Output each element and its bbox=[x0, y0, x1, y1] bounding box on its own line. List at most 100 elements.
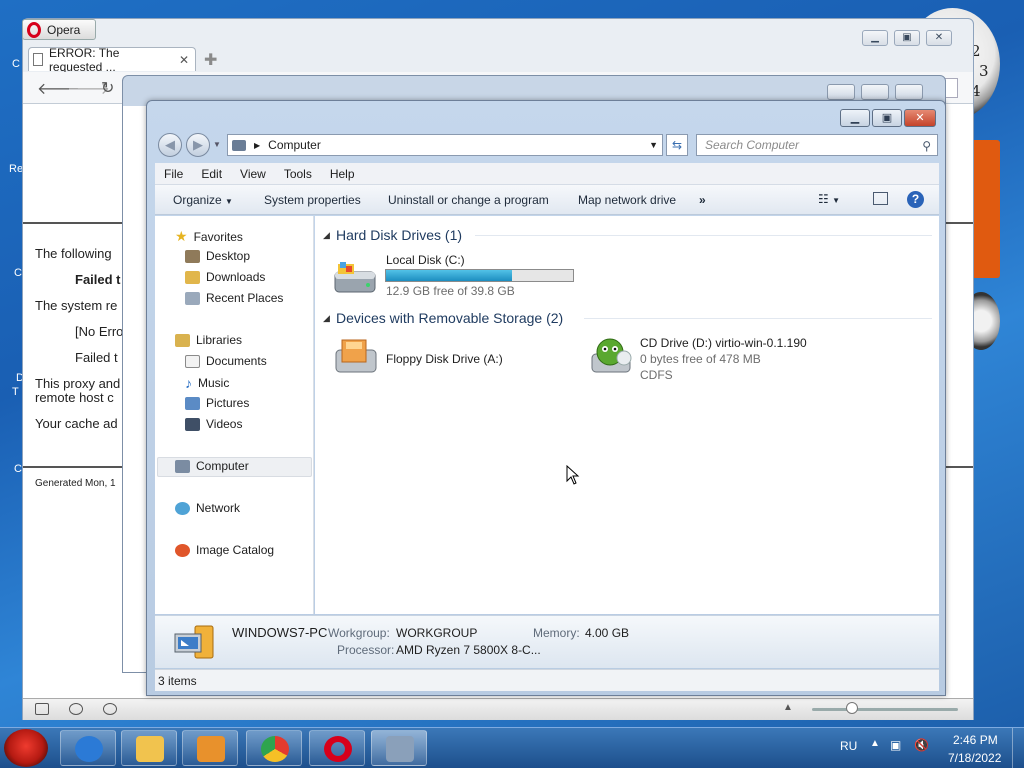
more-commands-button[interactable]: » bbox=[699, 193, 706, 207]
taskbar-chrome[interactable] bbox=[246, 730, 302, 766]
window-controls: ▁ ▣ ✕ bbox=[840, 109, 936, 127]
speed-dial-icon[interactable] bbox=[103, 703, 117, 715]
error-text-line: Your cache ad bbox=[35, 416, 118, 431]
refresh-button[interactable]: ⇆ bbox=[666, 134, 688, 156]
start-button[interactable] bbox=[4, 729, 48, 767]
nav-videos[interactable]: Videos bbox=[185, 417, 242, 431]
nav-music[interactable]: ♪ Music bbox=[185, 375, 229, 391]
show-hidden-icons-icon[interactable]: ▲ bbox=[870, 738, 880, 749]
opera-close-button[interactable]: ✕ bbox=[926, 30, 952, 46]
forward-button[interactable]: ▶ bbox=[186, 133, 210, 157]
nav-label: Computer bbox=[196, 459, 249, 473]
opera-menu-button[interactable]: Opera bbox=[22, 19, 96, 40]
error-text-line: remote host c bbox=[35, 390, 114, 405]
map-network-drive-button[interactable]: Map network drive bbox=[578, 193, 676, 207]
computer-name: WINDOWS7-PC bbox=[232, 625, 328, 640]
taskbar-explorer[interactable] bbox=[121, 730, 177, 766]
breadcrumb-arrow-icon[interactable]: ▶ bbox=[254, 141, 260, 150]
taskbar-internet-explorer[interactable] bbox=[60, 730, 116, 766]
zoom-slider-handle[interactable] bbox=[846, 702, 858, 714]
close-button[interactable]: ✕ bbox=[904, 109, 936, 127]
change-view-icon[interactable]: ☷ ▼ bbox=[818, 192, 840, 206]
minimize-button[interactable]: ▁ bbox=[840, 109, 870, 127]
clock-time[interactable]: 2:46 PM bbox=[953, 733, 998, 747]
hard-drive-icon bbox=[332, 258, 378, 298]
opera-logo-icon bbox=[27, 21, 41, 38]
maximize-button[interactable] bbox=[861, 84, 889, 100]
error-text-line: The following bbox=[35, 246, 112, 261]
panel-toggle-icon[interactable] bbox=[35, 703, 49, 715]
nav-label: Network bbox=[196, 501, 241, 515]
reload-icon[interactable]: ↻ bbox=[101, 78, 114, 98]
clock-date[interactable]: 7/18/2022 bbox=[948, 751, 1001, 765]
media-player-icon bbox=[197, 736, 225, 762]
close-tab-icon[interactable]: ✕ bbox=[179, 53, 189, 67]
help-icon[interactable]: ? bbox=[907, 191, 924, 208]
removable-storage-header[interactable]: Devices with Removable Storage (2) bbox=[336, 310, 563, 326]
organize-button[interactable]: Organize ▼ bbox=[173, 193, 233, 207]
nav-downloads[interactable]: Downloads bbox=[185, 270, 265, 284]
language-indicator[interactable]: RU bbox=[840, 739, 857, 753]
scroll-up-icon[interactable]: ▲ bbox=[783, 702, 793, 713]
system-properties-button[interactable]: System properties bbox=[264, 193, 361, 207]
group-divider bbox=[584, 318, 932, 319]
menu-help[interactable]: Help bbox=[321, 167, 364, 181]
desktop-icon-label: C bbox=[12, 58, 20, 70]
breadcrumb-computer[interactable]: Computer bbox=[268, 138, 321, 152]
error-text-line: This proxy and bbox=[35, 376, 121, 391]
error-text-line: Failed t bbox=[75, 350, 118, 365]
address-bar[interactable]: ▶ Computer ▼ bbox=[227, 134, 663, 156]
opera-minimize-button[interactable]: ▁ bbox=[862, 30, 888, 46]
collapse-group-icon[interactable]: ◢ bbox=[323, 313, 330, 324]
error-text-line: The system re bbox=[35, 298, 118, 313]
nav-libraries[interactable]: Libraries bbox=[175, 333, 242, 347]
opera-tab[interactable]: ERROR: The requested ... ✕ bbox=[28, 46, 196, 74]
nav-image-catalog[interactable]: Image Catalog bbox=[175, 543, 274, 557]
nav-pictures[interactable]: Pictures bbox=[185, 396, 249, 410]
zoom-slider[interactable] bbox=[812, 708, 958, 711]
folder-icon bbox=[136, 736, 164, 762]
background-window-pane bbox=[123, 106, 148, 672]
taskbar-computer-window[interactable] bbox=[371, 730, 427, 766]
cd-drive-free-space: 0 bytes free of 478 MB bbox=[640, 352, 761, 366]
network-icon bbox=[175, 501, 190, 515]
nav-desktop[interactable]: Desktop bbox=[185, 249, 250, 263]
menu-view[interactable]: View bbox=[231, 167, 275, 181]
uninstall-program-button[interactable]: Uninstall or change a program bbox=[388, 193, 549, 207]
nav-recent-places[interactable]: Recent Places bbox=[185, 291, 283, 305]
control-panel-icon bbox=[386, 736, 414, 762]
nav-label: Image Catalog bbox=[196, 543, 275, 557]
volume-muted-icon[interactable]: 🔇 bbox=[914, 738, 929, 752]
show-desktop-button[interactable] bbox=[1012, 728, 1024, 768]
recent-pages-dropdown-icon[interactable]: ▼ bbox=[213, 140, 221, 149]
maximize-button[interactable]: ▣ bbox=[872, 109, 902, 127]
taskbar-media-player[interactable] bbox=[182, 730, 238, 766]
nav-documents[interactable]: Documents bbox=[185, 354, 267, 368]
network-tray-icon[interactable]: ▣ bbox=[890, 738, 901, 752]
menu-file[interactable]: File bbox=[155, 167, 192, 181]
processor-value: AMD Ryzen 7 5800X 8-C... bbox=[396, 643, 541, 657]
cd-drive-icon bbox=[588, 336, 634, 376]
cloud-icon[interactable] bbox=[69, 703, 83, 715]
minimize-button[interactable] bbox=[827, 84, 855, 100]
hard-disk-drives-header[interactable]: Hard Disk Drives (1) bbox=[336, 227, 462, 243]
computer-details-icon bbox=[173, 624, 217, 662]
menu-edit[interactable]: Edit bbox=[192, 167, 231, 181]
preview-pane-icon[interactable] bbox=[873, 192, 888, 205]
collapse-group-icon[interactable]: ◢ bbox=[323, 230, 330, 241]
nav-label: Favorites bbox=[193, 229, 243, 244]
opera-maximize-button[interactable]: ▣ bbox=[894, 30, 920, 46]
address-dropdown-icon[interactable]: ▼ bbox=[649, 140, 658, 150]
cd-drive-filesystem: CDFS bbox=[640, 368, 673, 382]
search-icon[interactable]: ⚲ bbox=[922, 136, 931, 156]
desktop-icon-label: T bbox=[12, 386, 19, 398]
search-input[interactable]: Search Computer ⚲ bbox=[696, 134, 938, 156]
close-button[interactable] bbox=[895, 84, 923, 100]
new-tab-icon[interactable]: ✚ bbox=[204, 50, 217, 70]
back-button[interactable]: ◀ bbox=[158, 133, 182, 157]
menu-tools[interactable]: Tools bbox=[275, 167, 321, 181]
taskbar-opera[interactable] bbox=[309, 730, 365, 766]
nav-computer[interactable]: Computer bbox=[175, 459, 249, 473]
nav-favorites[interactable]: ★ Favorites bbox=[175, 228, 243, 245]
nav-network[interactable]: Network bbox=[175, 501, 240, 515]
